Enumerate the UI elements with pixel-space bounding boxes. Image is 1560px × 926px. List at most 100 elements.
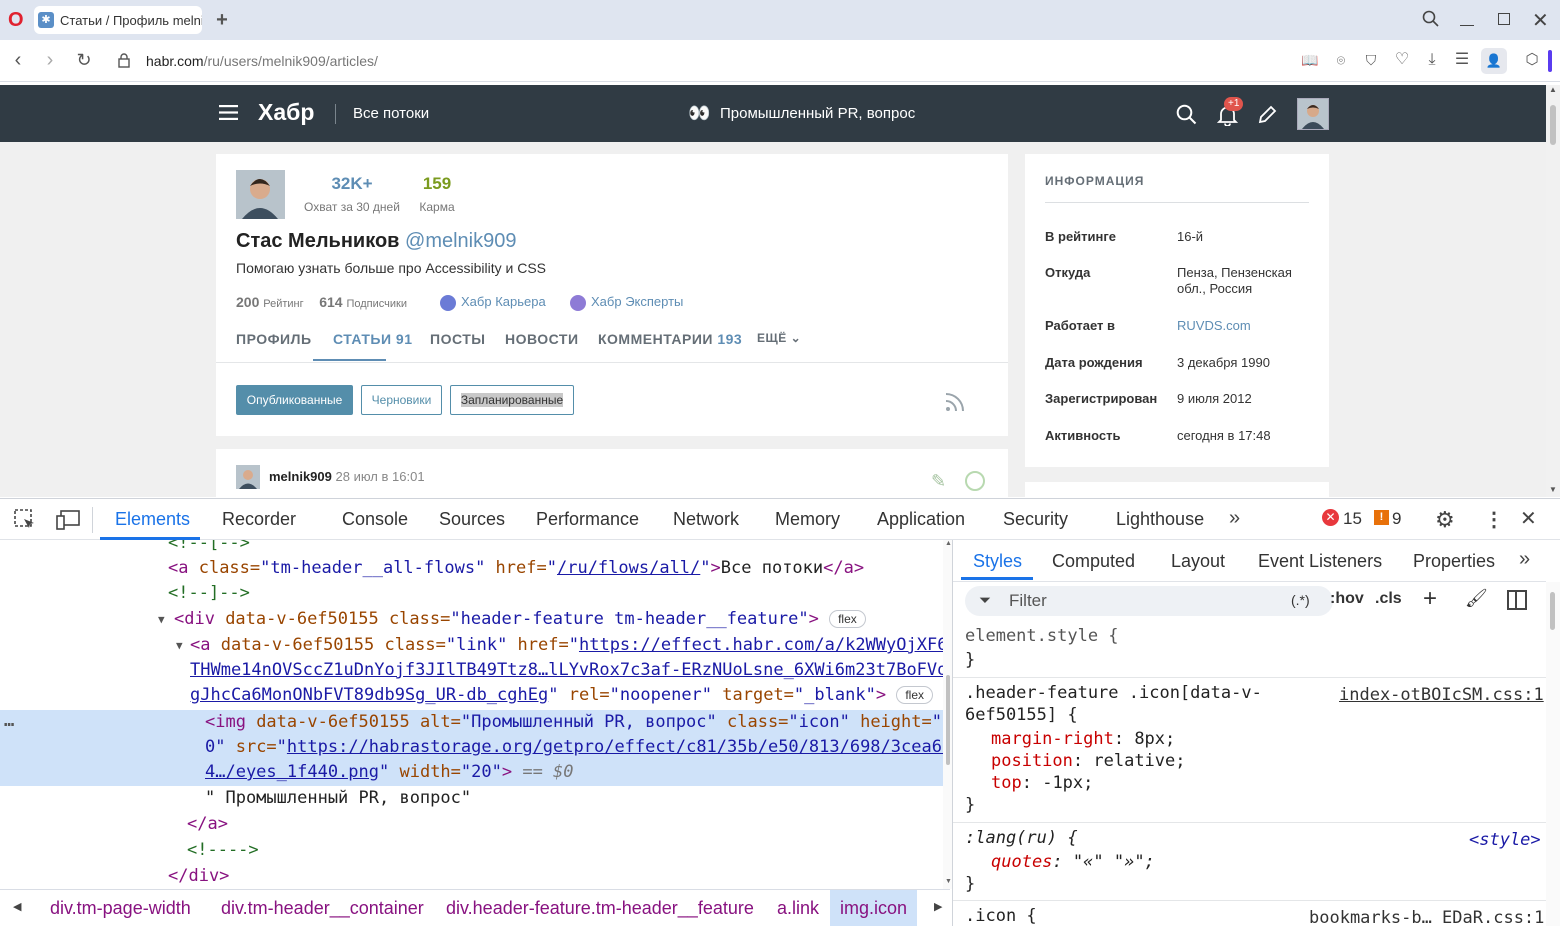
- devtools-tab[interactable]: Application: [877, 509, 965, 530]
- crumb-right-icon[interactable]: ▶: [934, 900, 942, 913]
- value-position[interactable]: relative;: [1093, 751, 1185, 771]
- search-tabs-icon[interactable]: [1422, 10, 1440, 28]
- div-feature-node[interactable]: <div data-v-6ef50155 class="header-featu…: [174, 607, 866, 631]
- profile-icon[interactable]: 👤: [1481, 48, 1507, 74]
- edit-article-icon[interactable]: ✎: [931, 471, 946, 492]
- el-scroll-up-icon[interactable]: ▲: [945, 540, 952, 547]
- a-link-node[interactable]: <a data-v-6ef50155 class="link" href="ht…: [190, 633, 943, 657]
- rule1-source-link[interactable]: index-otBOIcSM.css:1: [1339, 684, 1544, 706]
- opera-logo-icon[interactable]: O: [8, 9, 26, 31]
- devtools-tab[interactable]: Network: [673, 509, 739, 530]
- warning-count[interactable]: 9: [1392, 509, 1401, 529]
- device-toolbar-icon[interactable]: [55, 508, 81, 532]
- regex-toggle[interactable]: (.*): [1291, 592, 1310, 608]
- expand-a-icon[interactable]: ▼: [176, 634, 183, 658]
- el-scroll-down-icon[interactable]: ▼: [945, 878, 952, 885]
- tab-more[interactable]: ЕЩЁ ⌄: [757, 331, 801, 345]
- settings-gear-icon[interactable]: ⚙: [1435, 507, 1455, 533]
- styles-tab[interactable]: Layout: [1171, 551, 1225, 572]
- styles-scrollbar[interactable]: [1546, 582, 1560, 926]
- prop-top[interactable]: top: [991, 773, 1022, 793]
- breadcrumb-item[interactable]: div.tm-header__container: [211, 890, 434, 926]
- url-field[interactable]: habr.com/ru/users/melnik909/articles/: [146, 53, 378, 69]
- reader-icon[interactable]: 📖: [1298, 48, 1322, 72]
- breadcrumb-item[interactable]: img.icon: [830, 890, 918, 926]
- flex-badge-2[interactable]: flex: [896, 686, 933, 704]
- devtools-tab[interactable]: Security: [1003, 509, 1068, 530]
- devtools-tab[interactable]: Recorder: [222, 509, 296, 530]
- all-flows-node[interactable]: <a class="tm-header__all-flows" href="/r…: [168, 556, 864, 580]
- href-link[interactable]: /ru/flows/all/: [557, 558, 700, 578]
- more-tabs-icon[interactable]: »: [1229, 507, 1240, 530]
- link-url-1[interactable]: https://effect.habr.com/a/k2WWyOjXF6: [579, 635, 943, 655]
- back-icon[interactable]: ‹: [6, 48, 30, 72]
- el-scroll-thumb[interactable]: [946, 675, 950, 765]
- extensions-icon[interactable]: ⬡: [1520, 48, 1544, 72]
- browser-tab[interactable]: ✱ Статьи / Профиль melnik: [34, 6, 202, 34]
- tab-comments[interactable]: КОММЕНТАРИИ 193: [598, 331, 742, 347]
- filter-scheduled-button[interactable]: Запланированные: [450, 385, 574, 415]
- prop-margin-right[interactable]: margin-right: [991, 729, 1114, 749]
- career-link[interactable]: Хабр Карьера: [440, 294, 546, 311]
- shield-icon[interactable]: ⛉: [1359, 48, 1383, 72]
- experts-link[interactable]: Хабр Эксперты: [570, 294, 683, 311]
- tab-posts[interactable]: ПОСТЫ: [430, 331, 485, 347]
- filter-drafts-button[interactable]: Черновики: [361, 385, 442, 415]
- scroll-up-icon[interactable]: ▲: [1549, 85, 1557, 94]
- value-quotes[interactable]: "«" "»";: [1073, 852, 1155, 872]
- search-icon[interactable]: [1176, 104, 1197, 125]
- maximize-icon[interactable]: [1498, 13, 1510, 25]
- img-url-2[interactable]: 4…/eyes_1f440.png: [205, 762, 379, 782]
- error-icon[interactable]: ✕: [1322, 509, 1339, 526]
- toggle-sidebar-icon[interactable]: [1507, 590, 1527, 610]
- error-count[interactable]: 15: [1343, 509, 1362, 529]
- styles-filter-input[interactable]: ⏷ Filter (.*): [965, 586, 1333, 616]
- forward-icon[interactable]: ›: [38, 48, 62, 72]
- tab-articles[interactable]: СТАТЬИ 91: [333, 331, 413, 347]
- hov-button[interactable]: :hov: [1330, 590, 1364, 608]
- element-style-rule[interactable]: element.style {: [965, 625, 1119, 647]
- crumb-left-icon[interactable]: ◀: [13, 900, 21, 913]
- tab-news[interactable]: НОВОСТИ: [505, 331, 579, 347]
- minimize-icon[interactable]: [1460, 12, 1474, 26]
- profile-avatar[interactable]: [236, 170, 285, 219]
- elements-scrollbar[interactable]: ▲ ▼: [943, 540, 952, 889]
- expand-div-icon[interactable]: ▼: [158, 608, 165, 632]
- styles-tab[interactable]: Styles: [973, 551, 1022, 572]
- habr-logo[interactable]: Хабр: [258, 99, 314, 126]
- menu-icon[interactable]: [219, 105, 238, 120]
- devtools-tab[interactable]: Sources: [439, 509, 505, 530]
- devtools-tab[interactable]: Performance: [536, 509, 639, 530]
- filter-published-button[interactable]: Опубликованные: [236, 385, 353, 415]
- img-url-1[interactable]: https://habrastorage.org/getpro/effect/c…: [287, 737, 943, 757]
- rule3-selector[interactable]: .icon {: [965, 905, 1037, 926]
- styles-tab[interactable]: Event Listeners: [1258, 551, 1382, 572]
- breadcrumb-item[interactable]: div.tm-page-width: [40, 890, 201, 926]
- header-feature-link[interactable]: Промышленный PR, вопрос: [720, 105, 915, 122]
- breadcrumb-item[interactable]: a.link: [767, 890, 829, 926]
- link-url-3[interactable]: gJhcCa6MonONbFVT89db9Sg_UR-db_cghEg: [190, 685, 548, 705]
- kebab-menu-icon[interactable]: ⋮: [1484, 507, 1504, 532]
- close-devtools-icon[interactable]: ✕: [1520, 506, 1537, 531]
- tab-profile[interactable]: ПРОФИЛЬ: [236, 331, 312, 347]
- styles-tab[interactable]: Properties: [1413, 551, 1495, 572]
- value-margin-right[interactable]: 8px;: [1134, 729, 1175, 749]
- link-url-2[interactable]: THWme14nOVSccZ1uDnYojf3JIlTB49Ttz8…lLYvR…: [190, 660, 943, 680]
- rss-icon[interactable]: [944, 391, 966, 413]
- devtools-tab[interactable]: Lighthouse: [1116, 509, 1204, 530]
- scroll-down-icon[interactable]: ▼: [1549, 485, 1557, 494]
- devtools-tab[interactable]: Elements: [115, 509, 190, 530]
- styles-tab[interactable]: Computed: [1052, 551, 1135, 572]
- value-top[interactable]: -1px;: [1042, 773, 1093, 793]
- flex-badge[interactable]: flex: [829, 610, 866, 628]
- paint-icon[interactable]: 🖌: [1465, 588, 1488, 609]
- node-actions-icon[interactable]: …: [4, 709, 14, 733]
- breadcrumb-item[interactable]: div.header-feature.tm-header__feature: [436, 890, 764, 926]
- user-avatar[interactable]: [1297, 98, 1329, 130]
- styles-scroll-thumb[interactable]: [1550, 592, 1555, 630]
- text-node[interactable]: " Промышленный PR, вопрос": [205, 786, 471, 810]
- img-icon-node[interactable]: <img data-v-6ef50155 alt="Промышленный P…: [205, 710, 943, 734]
- more-style-tabs-icon[interactable]: »: [1519, 548, 1530, 571]
- page-scrollbar[interactable]: ▲ ▼: [1546, 85, 1560, 497]
- easy-setup-icon[interactable]: ☰: [1450, 48, 1474, 72]
